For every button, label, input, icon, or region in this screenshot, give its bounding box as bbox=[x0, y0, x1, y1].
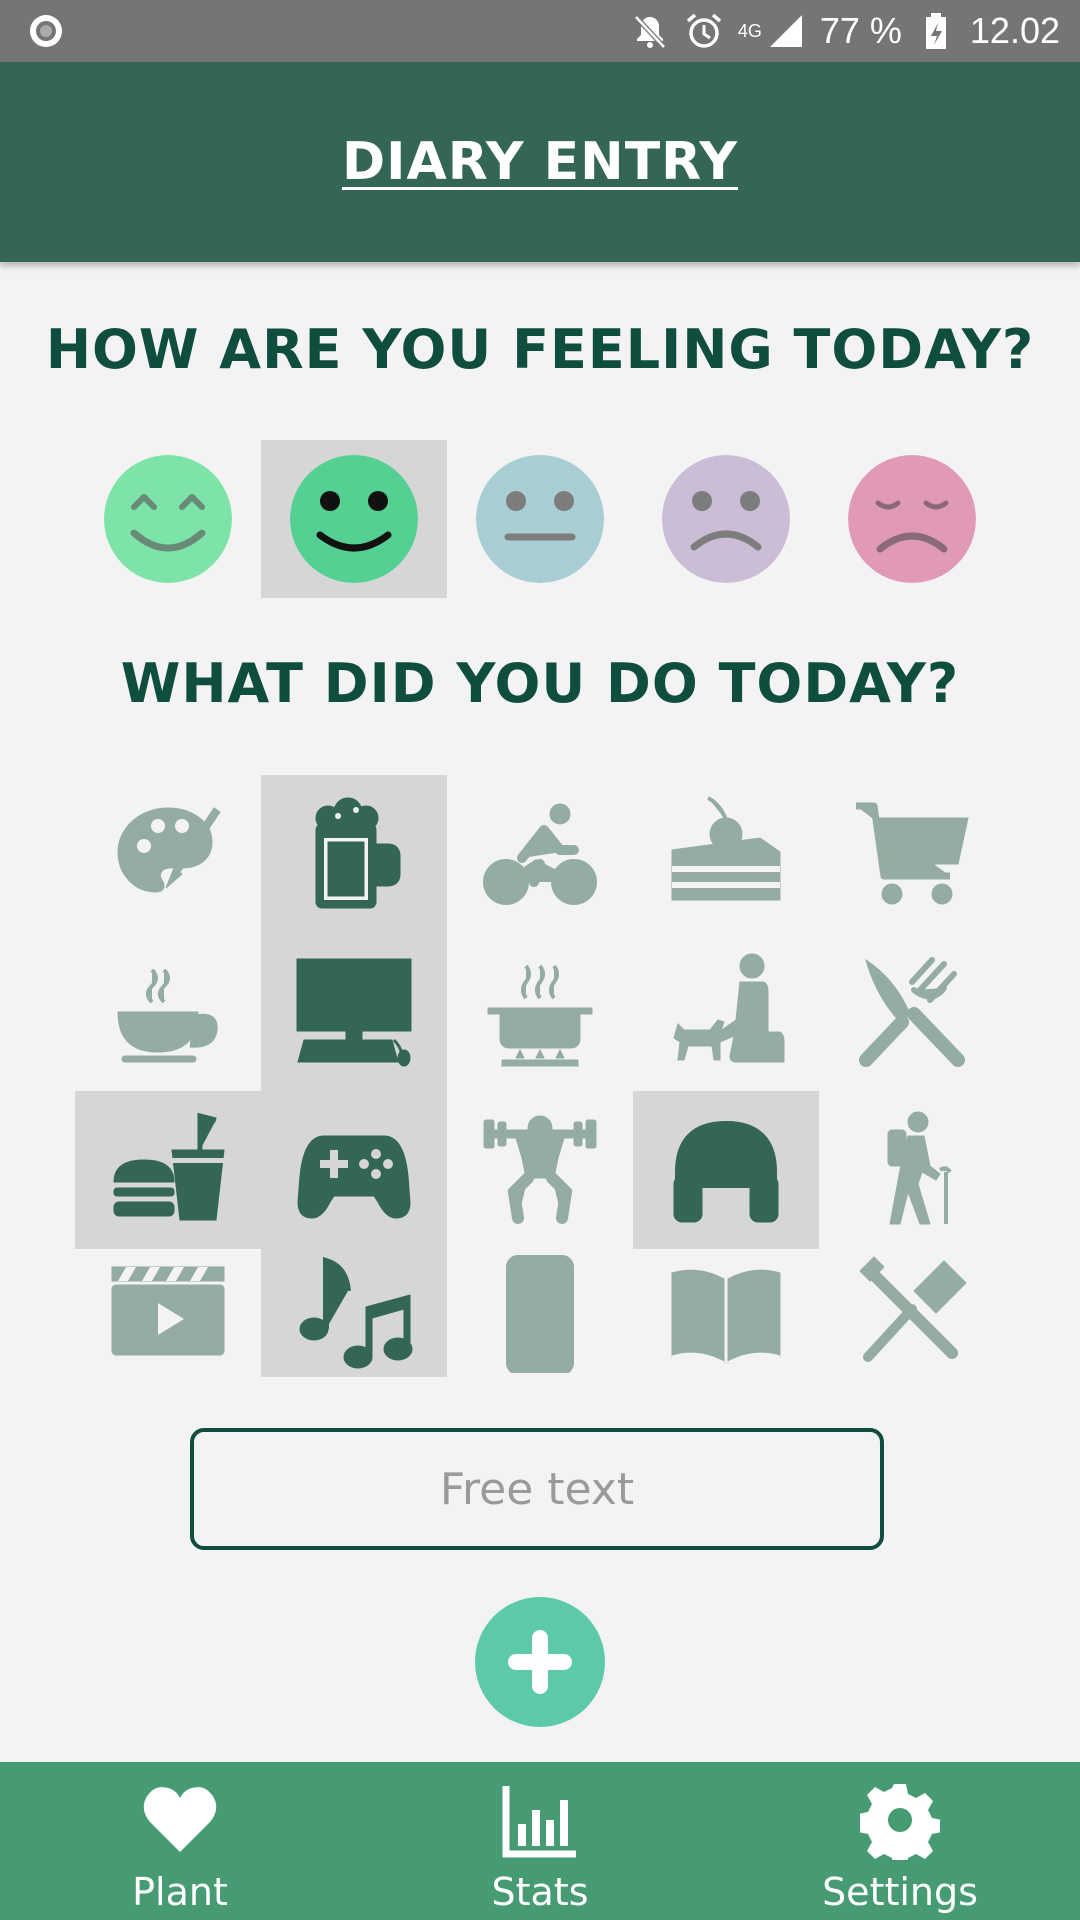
mood-very-happy[interactable] bbox=[75, 440, 261, 598]
activity-diy[interactable] bbox=[819, 1249, 1005, 1377]
headphones-icon bbox=[673, 1120, 779, 1223]
happy-face-icon bbox=[290, 455, 418, 583]
activity-cake[interactable] bbox=[633, 775, 819, 933]
battery-charging-icon bbox=[925, 13, 946, 49]
nav-label-plant: Plant bbox=[132, 1870, 228, 1914]
nav-item-stats[interactable]: Stats bbox=[360, 1762, 720, 1920]
nav-item-settings[interactable]: Settings bbox=[720, 1762, 1080, 1920]
computer-icon bbox=[296, 958, 412, 1067]
activity-phone[interactable] bbox=[447, 1249, 633, 1377]
activity-cooking[interactable] bbox=[447, 933, 633, 1091]
mood-happy[interactable] bbox=[261, 440, 447, 598]
activity-section-title: WHAT DID YOU DO TODAY? bbox=[120, 652, 960, 715]
palette-icon bbox=[117, 807, 221, 893]
activity-palette[interactable] bbox=[75, 775, 261, 933]
mood-sad[interactable] bbox=[633, 440, 819, 598]
coffee-icon bbox=[117, 968, 218, 1063]
gear-icon bbox=[860, 1784, 940, 1860]
book-icon bbox=[671, 1269, 781, 1365]
activity-gaming[interactable] bbox=[261, 1091, 447, 1249]
cooking-icon bbox=[487, 964, 593, 1067]
activity-weightlifting[interactable] bbox=[447, 1091, 633, 1249]
weightlifting-icon bbox=[483, 1115, 597, 1224]
bell-off-icon bbox=[634, 15, 666, 49]
status-bar: 4G 77 % 12.02 bbox=[0, 0, 1080, 62]
fast-food-icon bbox=[113, 1112, 225, 1221]
dog-walk-icon bbox=[673, 953, 785, 1063]
very-happy-face-icon bbox=[104, 455, 232, 583]
activity-beer[interactable] bbox=[261, 775, 447, 933]
activity-cycling[interactable] bbox=[447, 775, 633, 933]
nav-label-settings: Settings bbox=[822, 1870, 978, 1914]
bar-chart-icon bbox=[502, 1786, 576, 1858]
tools-icon bbox=[859, 1256, 967, 1362]
network-type: 4G bbox=[737, 20, 762, 41]
page-title: DIARY ENTRY bbox=[341, 132, 739, 192]
very-sad-face-icon bbox=[848, 455, 976, 583]
mood-very-sad[interactable] bbox=[819, 440, 1005, 598]
gamepad-icon bbox=[297, 1135, 411, 1219]
activity-hiking[interactable] bbox=[819, 1091, 1005, 1249]
free-text-input[interactable] bbox=[190, 1428, 884, 1550]
shopping-cart-icon bbox=[856, 802, 969, 905]
cake-icon bbox=[671, 796, 781, 901]
battery-percent: 77 % bbox=[819, 10, 902, 51]
alarm-icon bbox=[686, 13, 721, 48]
nav-label-stats: Stats bbox=[491, 1870, 589, 1914]
movie-icon bbox=[111, 1266, 225, 1356]
music-icon bbox=[299, 1256, 413, 1369]
sad-face-icon bbox=[662, 455, 790, 583]
activity-dog-walk[interactable] bbox=[633, 933, 819, 1091]
beer-icon bbox=[315, 797, 401, 909]
app-bar: DIARY ENTRY bbox=[0, 62, 1080, 262]
bottom-navigation: Plant Stats Settings bbox=[0, 1762, 1080, 1920]
activity-computer[interactable] bbox=[261, 933, 447, 1091]
hiking-icon bbox=[887, 1111, 952, 1225]
mood-neutral[interactable] bbox=[447, 440, 633, 598]
cycling-icon bbox=[483, 803, 597, 905]
activity-reading[interactable] bbox=[633, 1249, 819, 1377]
activity-movie[interactable] bbox=[75, 1249, 261, 1377]
activity-eating-out[interactable] bbox=[819, 933, 1005, 1091]
mood-section-title: HOW ARE YOU FEELING TODAY? bbox=[45, 318, 1035, 381]
clock: 12.02 bbox=[969, 10, 1060, 51]
mood-selector bbox=[75, 440, 1005, 598]
activity-fast-food[interactable] bbox=[75, 1091, 261, 1249]
activity-listening[interactable] bbox=[633, 1091, 819, 1249]
plus-icon bbox=[508, 1630, 572, 1694]
signal-icon bbox=[769, 15, 802, 47]
phone-icon bbox=[506, 1255, 574, 1373]
nav-item-plant[interactable]: Plant bbox=[0, 1762, 360, 1920]
eating-out-icon bbox=[859, 957, 965, 1067]
activity-coffee[interactable] bbox=[75, 933, 261, 1091]
status-icons: 4G 77 % 12.02 bbox=[630, 0, 1060, 62]
neutral-face-icon bbox=[476, 455, 604, 583]
heart-icon bbox=[143, 1787, 217, 1852]
activity-music[interactable] bbox=[261, 1249, 447, 1377]
activity-shopping[interactable] bbox=[819, 775, 1005, 933]
record-icon bbox=[30, 15, 62, 47]
add-entry-button[interactable] bbox=[475, 1597, 605, 1727]
